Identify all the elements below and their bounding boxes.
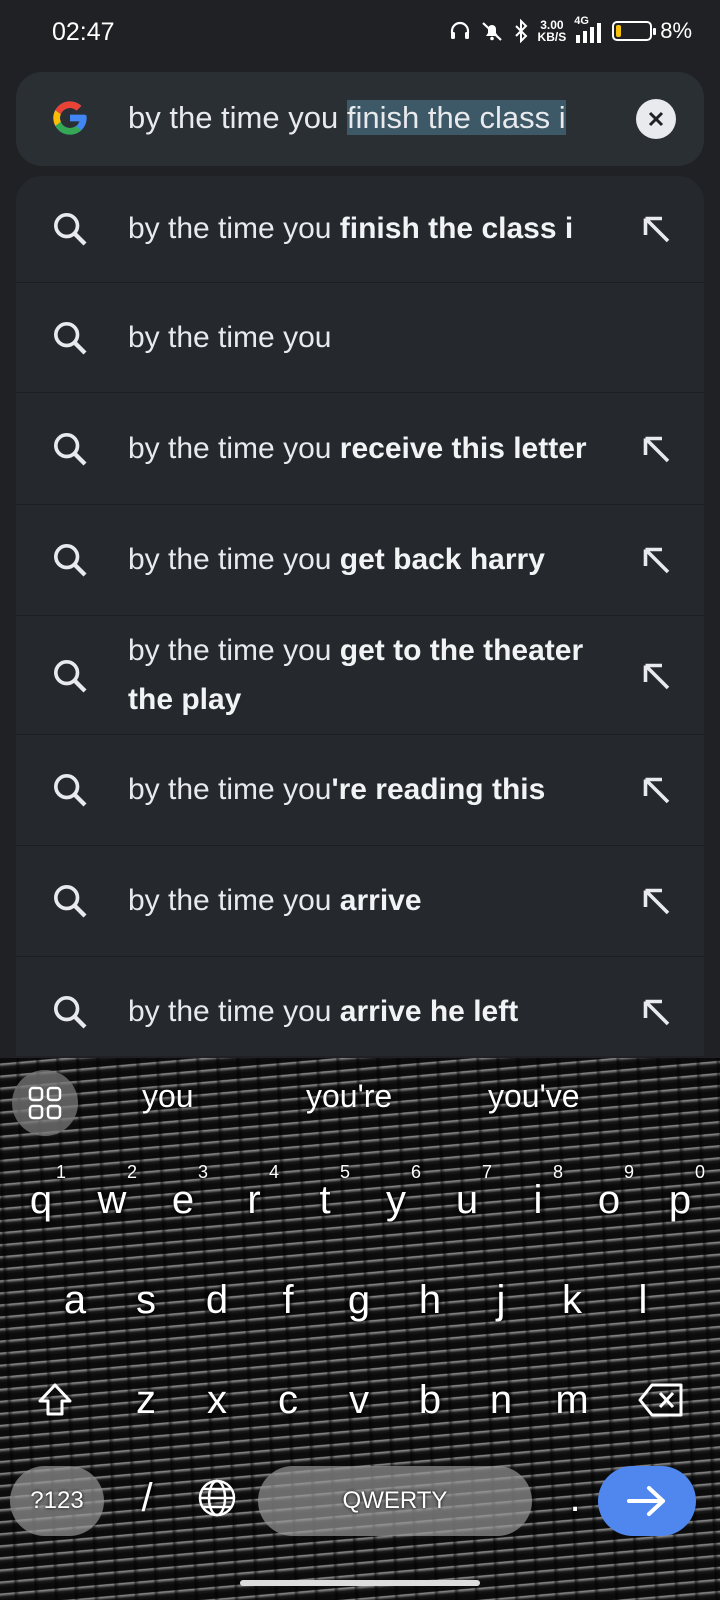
key-k[interactable]: k xyxy=(537,1260,607,1340)
headphones-icon xyxy=(450,21,469,39)
shift-key[interactable] xyxy=(20,1360,90,1440)
key-i[interactable]: i8 xyxy=(503,1160,573,1240)
key-n[interactable]: n xyxy=(466,1360,536,1440)
suggestion-item[interactable]: by the time you receive this letter xyxy=(16,393,704,505)
key-l[interactable]: l xyxy=(608,1260,678,1340)
key-h[interactable]: h xyxy=(395,1260,465,1340)
key-f[interactable]: f xyxy=(253,1260,323,1340)
suggestion-item[interactable]: by the time you're reading this xyxy=(16,735,704,846)
prediction-word[interactable]: you xyxy=(142,1078,194,1115)
net-speed-unit: KB/S xyxy=(537,30,567,44)
key-slash[interactable]: / xyxy=(112,1458,182,1538)
key-a[interactable]: a xyxy=(40,1260,110,1340)
clear-search-button[interactable] xyxy=(636,99,676,139)
key-u[interactable]: u7 xyxy=(432,1160,502,1240)
key-c[interactable]: c xyxy=(253,1360,323,1440)
key-m[interactable]: m xyxy=(537,1360,607,1440)
arrow-right-icon xyxy=(627,1486,665,1516)
key-q[interactable]: q1 xyxy=(6,1160,76,1240)
search-icon xyxy=(54,660,87,693)
search-icon xyxy=(54,544,87,577)
space-bar[interactable]: QWERTY xyxy=(258,1466,532,1536)
suggestion-text: by the time you get to the theater the p… xyxy=(128,634,584,716)
search-icon xyxy=(54,322,87,355)
home-indicator[interactable] xyxy=(240,1580,480,1586)
suggestion-item[interactable]: by the time you get back harry xyxy=(16,505,704,616)
grid-icon xyxy=(28,1086,62,1120)
fill-query-arrow-icon[interactable] xyxy=(638,431,674,467)
fill-query-arrow-icon[interactable] xyxy=(638,772,674,808)
key-o[interactable]: o9 xyxy=(574,1160,644,1240)
backspace-icon xyxy=(638,1383,683,1417)
key-p[interactable]: p0 xyxy=(645,1160,715,1240)
key-y[interactable]: y6 xyxy=(361,1160,431,1240)
suggestion-text: by the time you arrive he left xyxy=(128,995,519,1028)
symbols-key[interactable]: ?123 xyxy=(10,1466,104,1536)
keyboard-menu-button[interactable] xyxy=(12,1070,78,1136)
status-icons: 3.00 KB/S 4G 8% xyxy=(448,15,692,44)
fill-query-arrow-icon[interactable] xyxy=(638,658,674,694)
fill-query-arrow-icon[interactable] xyxy=(638,211,674,247)
key-row-3: z x c v b n m xyxy=(0,1360,720,1440)
fill-query-arrow-icon[interactable] xyxy=(638,883,674,919)
key-w[interactable]: w2 xyxy=(77,1160,147,1240)
key-v[interactable]: v xyxy=(324,1360,394,1440)
battery-icon xyxy=(612,21,657,41)
suggestion-list: by the time you finish the class i by th… xyxy=(16,176,704,1056)
prediction-bar: you you're you've xyxy=(90,1078,720,1128)
suggestion-item[interactable]: by the time you xyxy=(16,283,704,393)
backspace-key[interactable] xyxy=(626,1360,696,1440)
keyboard: you you're you've q1 w2 e3 r4 t5 y6 u7 i… xyxy=(0,1058,720,1600)
battery-fill xyxy=(616,25,622,37)
key-x[interactable]: x xyxy=(182,1360,252,1440)
query-selected-text: finish the class i xyxy=(346,100,566,135)
enter-button[interactable] xyxy=(598,1466,696,1536)
key-z[interactable]: z xyxy=(111,1360,181,1440)
suggestion-text: by the time you arrive xyxy=(128,884,422,917)
language-key[interactable] xyxy=(182,1458,252,1538)
bluetooth-icon xyxy=(514,19,527,43)
signal-icon: 4G xyxy=(574,15,604,43)
suggestion-item[interactable]: by the time you finish the class i xyxy=(16,176,704,283)
suggestion-text: by the time you receive this letter xyxy=(128,432,587,465)
prediction-word[interactable]: you're xyxy=(306,1078,392,1115)
fill-query-arrow-icon[interactable] xyxy=(638,994,674,1030)
query-prefix: by the time you xyxy=(128,100,347,135)
suggestion-item[interactable]: by the time you arrive xyxy=(16,846,704,957)
search-icon xyxy=(54,885,87,918)
key-e[interactable]: e3 xyxy=(148,1160,218,1240)
google-logo-icon xyxy=(53,101,87,135)
battery-percent: 8% xyxy=(660,18,692,43)
fill-query-arrow-icon[interactable] xyxy=(638,542,674,578)
key-row-2: a s d f g h j k l xyxy=(0,1260,720,1340)
key-b[interactable]: b xyxy=(395,1360,465,1440)
status-bar: 02:47 3.00 KB/S 4G 8% xyxy=(0,0,720,64)
suggestion-text: by the time you get back harry xyxy=(128,543,545,576)
status-time: 02:47 xyxy=(52,18,115,46)
search-icon xyxy=(54,996,87,1029)
key-d[interactable]: d xyxy=(182,1260,252,1340)
key-row-1: q1 w2 e3 r4 t5 y6 u7 i8 o9 p0 xyxy=(0,1160,720,1240)
globe-icon xyxy=(198,1479,236,1517)
prediction-word[interactable]: you've xyxy=(488,1078,580,1115)
search-input[interactable]: by the time you finish the class i xyxy=(128,100,566,136)
net-speed: 3.00 KB/S xyxy=(538,19,567,43)
search-icon xyxy=(54,433,87,466)
search-icon xyxy=(54,774,87,807)
close-icon xyxy=(648,111,664,127)
key-t[interactable]: t5 xyxy=(290,1160,360,1240)
search-bar[interactable]: by the time you finish the class i xyxy=(16,72,704,166)
suggestion-text: by the time you xyxy=(128,321,332,354)
shift-icon xyxy=(38,1383,72,1416)
suggestion-text: by the time you finish the class i xyxy=(128,212,574,245)
mute-bell-icon xyxy=(481,22,502,41)
search-icon xyxy=(54,213,87,246)
key-s[interactable]: s xyxy=(111,1260,181,1340)
key-j[interactable]: j xyxy=(466,1260,536,1340)
key-g[interactable]: g xyxy=(324,1260,394,1340)
suggestion-item[interactable]: by the time you get to the theater the p… xyxy=(16,616,704,735)
suggestion-item[interactable]: by the time you arrive he left xyxy=(16,957,704,1056)
suggestion-text: by the time you're reading this xyxy=(128,773,546,806)
key-r[interactable]: r4 xyxy=(219,1160,289,1240)
